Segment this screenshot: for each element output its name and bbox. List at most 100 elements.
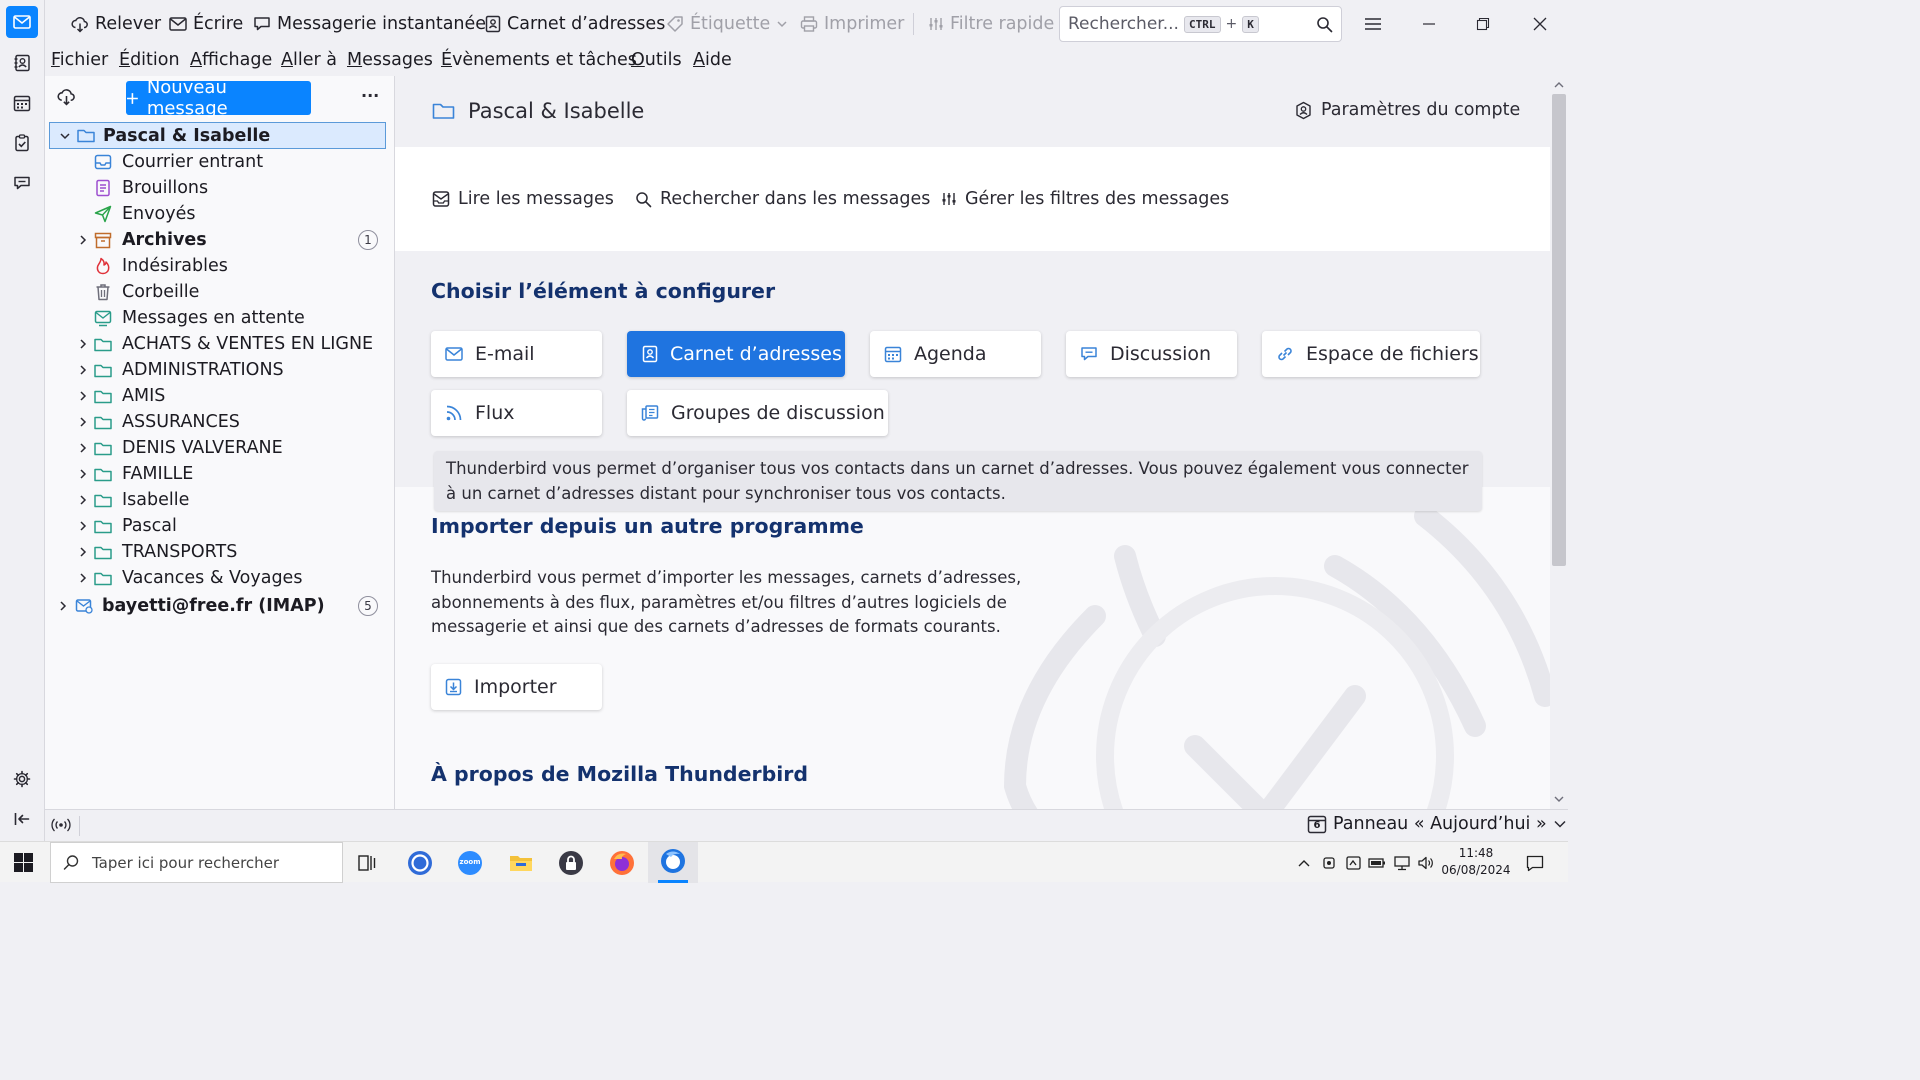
calendar-space-icon[interactable] — [11, 92, 33, 114]
manage-filters-link[interactable]: Gérer les filtres des messages — [941, 189, 1229, 209]
folder-pane: Nouveau message ··· Pascal & Isabelle Co… — [45, 76, 395, 809]
task-view-button[interactable] — [352, 848, 382, 878]
compose-icon — [169, 17, 187, 31]
folder-label: Vacances & Voyages — [122, 568, 303, 588]
today-pane-toggle[interactable]: 6 Panneau « Aujourd’hui » — [1307, 814, 1567, 834]
address-book-space-icon[interactable] — [11, 52, 33, 74]
hamburger-icon — [1365, 18, 1381, 30]
setup-feeds-card[interactable]: Flux — [431, 390, 602, 436]
quick-filter-button[interactable]: Filtre rapide — [928, 10, 1054, 38]
folder-row-assurances[interactable]: ASSURANCES — [45, 409, 395, 435]
setup-email-card[interactable]: E-mail — [431, 331, 602, 377]
search-messages-link[interactable]: Rechercher dans les messages — [635, 189, 930, 209]
menu-file[interactable]: Fichier — [51, 50, 108, 70]
restore-button[interactable] — [1469, 10, 1497, 38]
write-button[interactable]: Écrire — [169, 10, 243, 38]
account-settings-link[interactable]: Paramètres du compte — [1294, 100, 1520, 120]
tag-button[interactable]: Étiquette — [666, 10, 788, 38]
folder-row-transports[interactable]: TRANSPORTS — [45, 539, 395, 565]
content-scrollbar[interactable] — [1550, 76, 1568, 809]
tray-volume-icon[interactable] — [1417, 854, 1435, 872]
start-button[interactable] — [14, 853, 33, 872]
chevron-down-icon — [777, 21, 787, 28]
folder-row-sent[interactable]: Envoyés — [45, 201, 395, 227]
folder-row-drafts[interactable]: Brouillons — [45, 175, 395, 201]
folder-row-inbox[interactable]: Courrier entrant — [45, 149, 395, 175]
mail-space-icon[interactable] — [6, 6, 38, 38]
get-messages-button[interactable]: Relever — [71, 10, 161, 38]
print-button[interactable]: Imprimer — [800, 10, 904, 38]
vpn-lock-app[interactable] — [556, 848, 586, 878]
menu-tools[interactable]: Outils — [631, 50, 682, 70]
taskbar-search-input[interactable]: Taper ici pour rechercher — [50, 842, 343, 883]
unread-count-badge: 5 — [358, 596, 378, 616]
menu-help[interactable]: Aide — [693, 50, 732, 70]
collapse-spaces-icon[interactable] — [11, 808, 33, 830]
folder-row-archives[interactable]: Archives 1 — [45, 227, 395, 253]
folder-row-vacances-voyages[interactable]: Vacances & Voyages — [45, 565, 395, 591]
tray-battery-icon[interactable] — [1368, 854, 1386, 872]
setup-filelink-card[interactable]: Espace de fichiers — [1262, 331, 1480, 377]
global-search-input[interactable]: Rechercher... CTRL + K — [1059, 6, 1342, 42]
chevron-right-icon — [80, 391, 87, 401]
settings-gear-icon[interactable] — [11, 768, 33, 790]
file-explorer-app[interactable] — [506, 848, 536, 878]
firefox-app[interactable] — [607, 848, 637, 878]
app-menu-button[interactable] — [1359, 10, 1387, 38]
folder-row-trash[interactable]: Corbeille — [45, 279, 395, 305]
show-hidden-icons-button[interactable] — [1295, 854, 1313, 872]
get-messages-pane-button[interactable] — [57, 87, 76, 106]
setup-newsgroups-card[interactable]: Groupes de discussion — [627, 390, 888, 436]
folder-row-pascal[interactable]: Pascal — [45, 513, 395, 539]
menu-go[interactable]: Aller à — [281, 50, 337, 70]
new-message-button[interactable]: Nouveau message — [126, 77, 311, 119]
setup-calendar-card[interactable]: Agenda — [870, 331, 1041, 377]
thunderbird-taskbar-active[interactable] — [648, 842, 698, 883]
tray-network-icon[interactable] — [1393, 854, 1411, 872]
folder-pane-more-button[interactable]: ··· — [361, 86, 379, 105]
zoom-app[interactable]: zoom — [455, 848, 485, 878]
folder-row-outbox[interactable]: Messages en attente — [45, 305, 395, 331]
folder-row-famille[interactable]: FAMILLE — [45, 461, 395, 487]
sent-icon — [94, 205, 112, 223]
menu-messages[interactable]: Messages — [347, 50, 433, 70]
menu-view[interactable]: Affichage — [190, 50, 272, 70]
menu-edit[interactable]: Édition — [119, 50, 180, 70]
chat-button[interactable]: Messagerie instantanée — [253, 10, 486, 38]
chat-space-icon[interactable] — [11, 172, 33, 194]
address-book-button[interactable]: Carnet d’adresses — [484, 10, 665, 38]
tray-meet-now-icon[interactable] — [1320, 854, 1338, 872]
folder-row-achats-ventes[interactable]: ACHATS & VENTES EN LIGNE — [45, 331, 395, 357]
folder-row-imap-account[interactable]: bayetti@free.fr (IMAP) 5 — [45, 593, 395, 619]
menu-accesskey: A — [190, 50, 202, 70]
folder-icon — [94, 465, 112, 483]
online-status-button[interactable] — [51, 817, 71, 833]
menu-accesskey: A — [693, 50, 705, 70]
calendar-card-label: Agenda — [914, 343, 987, 365]
menu-label: ide — [704, 50, 732, 70]
newsgroups-card-label: Groupes de discussion — [671, 402, 885, 424]
folder-row-denis-valverane[interactable]: DENIS VALVERANE — [45, 435, 395, 461]
folder-row-amis[interactable]: AMIS — [45, 383, 395, 409]
folder-row-junk[interactable]: Indésirables — [45, 253, 395, 279]
cortana-app[interactable] — [405, 848, 435, 878]
read-messages-link[interactable]: Lire les messages — [432, 189, 614, 209]
tray-onedrive-icon[interactable] — [1344, 854, 1362, 872]
folder-row-administrations[interactable]: ADMINISTRATIONS — [45, 357, 395, 383]
folder-row-isabelle[interactable]: Isabelle — [45, 487, 395, 513]
taskbar-clock[interactable]: 11:48 06/08/2024 — [1440, 845, 1512, 879]
minimize-button[interactable] — [1415, 10, 1443, 38]
thunderbird-watermark-icon — [1003, 505, 1550, 809]
setup-address-book-card[interactable]: Carnet d’adresses — [627, 331, 845, 377]
menu-events-tasks[interactable]: Évènements et tâches — [441, 50, 637, 70]
filelink-card-label: Espace de fichiers — [1306, 343, 1479, 365]
notification-center-button[interactable] — [1525, 853, 1545, 873]
close-button[interactable] — [1526, 10, 1554, 38]
clock-date: 06/08/2024 — [1441, 863, 1511, 877]
thunderbird-icon — [661, 849, 685, 873]
scrollbar-thumb[interactable] — [1552, 94, 1566, 566]
import-button[interactable]: Importer — [431, 664, 602, 710]
tasks-space-icon[interactable] — [11, 132, 33, 154]
setup-chat-card[interactable]: Discussion — [1066, 331, 1237, 377]
folder-row-account[interactable]: Pascal & Isabelle — [49, 122, 386, 149]
